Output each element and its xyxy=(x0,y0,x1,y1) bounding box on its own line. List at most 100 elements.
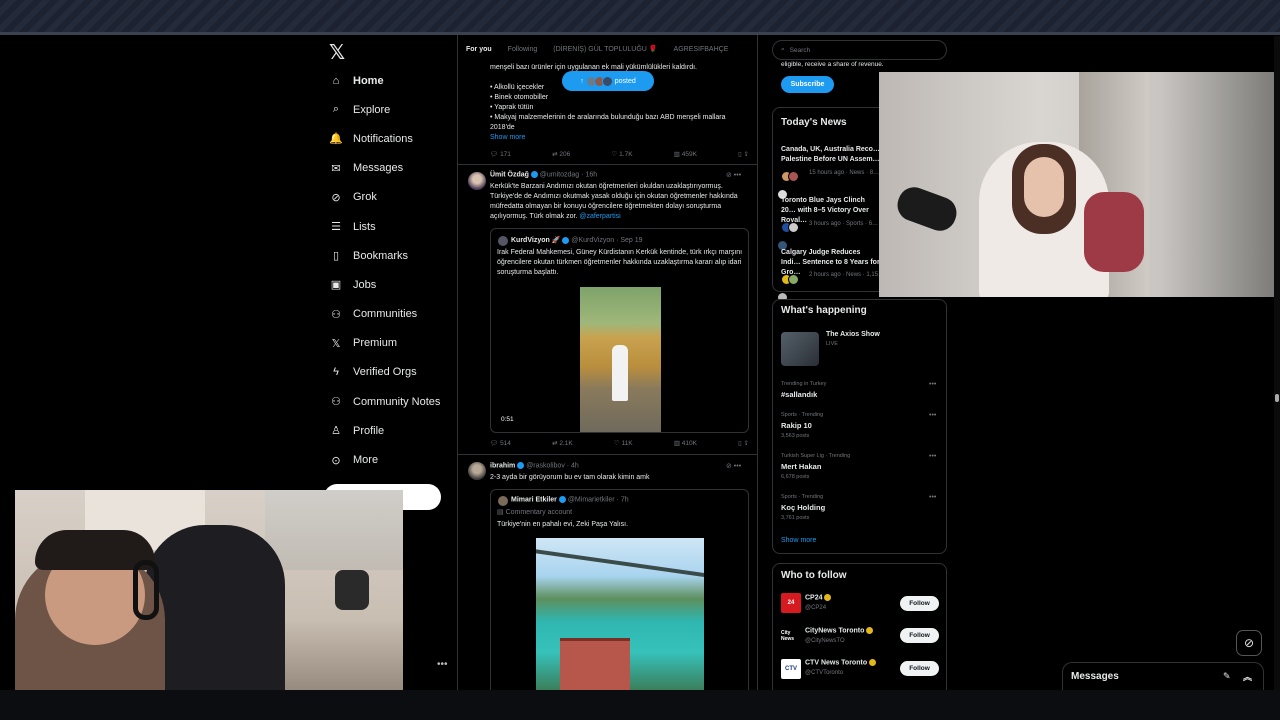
trend-name[interactable]: Mert Hakan xyxy=(781,462,821,471)
reply-button[interactable]: 💬︎ 514 xyxy=(490,439,511,447)
author-handle[interactable]: @umitozdag · 16h xyxy=(540,171,597,178)
author-name[interactable]: Ümit Özdağ xyxy=(490,171,529,178)
compose-message-icon[interactable]: ✎ xyxy=(1223,671,1231,682)
house-image[interactable] xyxy=(536,538,704,690)
follow-account: CTV News Toronto xyxy=(805,659,877,666)
views-button[interactable]: ▥ 410K xyxy=(674,439,697,447)
sidebar-item-community-notes[interactable]: ⚇ Community Notes xyxy=(329,387,440,416)
grok-icon[interactable]: ⊘ ••• xyxy=(726,462,741,470)
search-input[interactable]: ⌕ Search xyxy=(772,40,947,60)
trend-posts: 6,678 posts xyxy=(781,474,810,480)
search-icon: ⌕ xyxy=(332,103,340,116)
follow-account: CityNews Toronto xyxy=(805,627,874,634)
sidebar-item-more[interactable]: ⊙ More xyxy=(329,445,440,474)
trend-context: Trending in Turkey xyxy=(781,381,827,387)
account-name[interactable]: CTV News Toronto xyxy=(805,659,867,666)
trend-more-icon[interactable]: ••• xyxy=(929,381,936,388)
axios-show-title[interactable]: The Axios Show xyxy=(826,330,880,340)
ctv-logo: CTV xyxy=(781,659,801,679)
tweet-bullet: • Binek otomobiller xyxy=(490,94,549,101)
subscribe-button[interactable]: Subscribe xyxy=(781,76,834,93)
tab-for-you[interactable]: For you xyxy=(466,46,492,53)
verified-badge-icon xyxy=(558,496,566,503)
mention-link[interactable]: @zaferpartisi xyxy=(579,213,620,220)
video-thumbnail[interactable] xyxy=(580,287,661,432)
follow-button[interactable]: Follow xyxy=(900,596,939,611)
lightning-icon: ϟ xyxy=(333,366,339,379)
quote-author-name: Mimari Etkiler xyxy=(511,496,557,504)
heart-icon: ♡ xyxy=(611,151,620,158)
account-more-icon[interactable]: ••• xyxy=(437,659,448,670)
trend-more-icon[interactable]: ••• xyxy=(929,453,936,460)
hanging-bag xyxy=(335,570,369,610)
sidebar-item-grok[interactable]: ⊘ Grok xyxy=(329,183,440,212)
verified-badge-icon xyxy=(530,171,538,178)
grok-float-icon[interactable]: ⊘ xyxy=(1236,630,1262,656)
quote-author-handle: @KurdVizyon · Sep 19 xyxy=(571,237,643,244)
account-name[interactable]: CP24 xyxy=(805,594,823,601)
sidebar-item-profile[interactable]: ♙ Profile xyxy=(329,416,440,445)
avatar[interactable] xyxy=(468,462,486,480)
trend-context: Turkish Super Lig · Trending xyxy=(781,453,851,459)
tab-gul-toplulugu[interactable]: (DİRENİŞ) GÜL TOPLULUĞU 🌹 xyxy=(553,45,657,53)
tab-following[interactable]: Following xyxy=(508,46,538,53)
sidebar-item-explore[interactable]: ⌕ Explore xyxy=(329,95,440,124)
repost-count: 2.1K xyxy=(559,440,573,447)
repost-button[interactable]: ⇄ 206 xyxy=(552,150,570,158)
cp24-logo: 24 xyxy=(781,593,801,613)
like-button[interactable]: ♡ 11K xyxy=(614,439,633,447)
trend-name[interactable]: Koç Holding xyxy=(781,503,825,512)
author-name[interactable]: ibrahim xyxy=(490,462,515,469)
follow-button[interactable]: Follow xyxy=(900,661,939,676)
like-button[interactable]: ♡ 1.7K xyxy=(612,150,633,158)
messages-drawer[interactable]: Messages ✎ ︽ xyxy=(1062,662,1264,690)
avatar[interactable] xyxy=(468,172,486,190)
repost-button[interactable]: ⇄ 2.1K xyxy=(552,439,573,447)
people-icon: ⚇ xyxy=(331,308,341,321)
bookmark-icon[interactable]: ▯ ⇪ xyxy=(738,150,749,158)
trend-name[interactable]: #sallandık xyxy=(781,390,817,399)
show-more-link[interactable]: Show more xyxy=(781,537,816,544)
sidebar-item-communities[interactable]: ⚇ Communities xyxy=(329,300,440,329)
reply-button[interactable]: 💬︎ 171 xyxy=(490,150,511,158)
envelope-icon: ✉ xyxy=(331,162,341,175)
grok-icon[interactable]: ⊘ ••• xyxy=(726,171,741,179)
author-handle[interactable]: @raskolibov · 4h xyxy=(526,462,579,469)
bookmark-icon[interactable]: ▯ ⇪ xyxy=(738,439,749,447)
todays-news-title: Today's News xyxy=(781,117,847,128)
sidebar-item-jobs[interactable]: ▣ Jobs xyxy=(329,270,440,299)
sidebar-item-label: Bookmarks xyxy=(353,249,409,262)
news-item[interactable]: Canada, UK, Australia Reco… Palestine Be… xyxy=(781,145,881,165)
person-icon: ♙ xyxy=(331,425,341,438)
news-meta: 15 hours ago · News · 8… xyxy=(809,170,880,176)
follow-button[interactable]: Follow xyxy=(900,628,939,643)
divider xyxy=(458,454,757,455)
sidebar-item-verified-orgs[interactable]: ϟ Verified Orgs xyxy=(329,358,440,387)
timeline: For you Following (DİRENİŞ) GÜL TOPLULUĞ… xyxy=(457,35,758,690)
views-button[interactable]: ▥ 459K xyxy=(674,150,697,158)
sidebar-item-bookmarks[interactable]: ▯ Bookmarks xyxy=(329,241,440,270)
account-name[interactable]: CityNews Toronto xyxy=(805,627,864,634)
headphones xyxy=(133,560,159,620)
sidebar-item-lists[interactable]: ☰ Lists xyxy=(329,212,440,241)
sidebar-item-premium[interactable]: 𝕏 Premium xyxy=(329,329,440,358)
tweet-bullet: • Yaprak tütün xyxy=(490,104,534,111)
sidebar-item-home[interactable]: ⌂ Home xyxy=(329,66,440,95)
tweet-header: ibrahim @raskolibov · 4h xyxy=(490,462,579,469)
show-more-link[interactable]: Show more xyxy=(490,133,525,143)
tab-agresifbahce[interactable]: AGRESIFBAHÇE xyxy=(674,46,729,53)
trend-more-icon[interactable]: ••• xyxy=(929,412,936,419)
chevron-up-icon[interactable]: ︽ xyxy=(1243,670,1252,683)
trend-name[interactable]: Rakip 10 xyxy=(781,421,812,430)
scrollbar-thumb[interactable] xyxy=(1275,394,1279,402)
x-logo-icon[interactable]: 𝕏 xyxy=(329,40,345,65)
quote-text: Türkiye'nin en pahalı evi, Zeki Paşa Yal… xyxy=(497,521,629,528)
sidebar-item-messages[interactable]: ✉ Messages xyxy=(329,154,440,183)
account-handle: @CP24 xyxy=(805,605,827,611)
trend-more-icon[interactable]: ••• xyxy=(929,494,936,501)
scrollbar[interactable] xyxy=(1274,36,1280,690)
axios-show-thumbnail[interactable] xyxy=(781,332,819,366)
new-posts-pill[interactable]: ↑ posted xyxy=(562,71,654,91)
avatar xyxy=(788,222,799,233)
sidebar-item-notifications[interactable]: 🔔 Notifications xyxy=(329,124,440,153)
